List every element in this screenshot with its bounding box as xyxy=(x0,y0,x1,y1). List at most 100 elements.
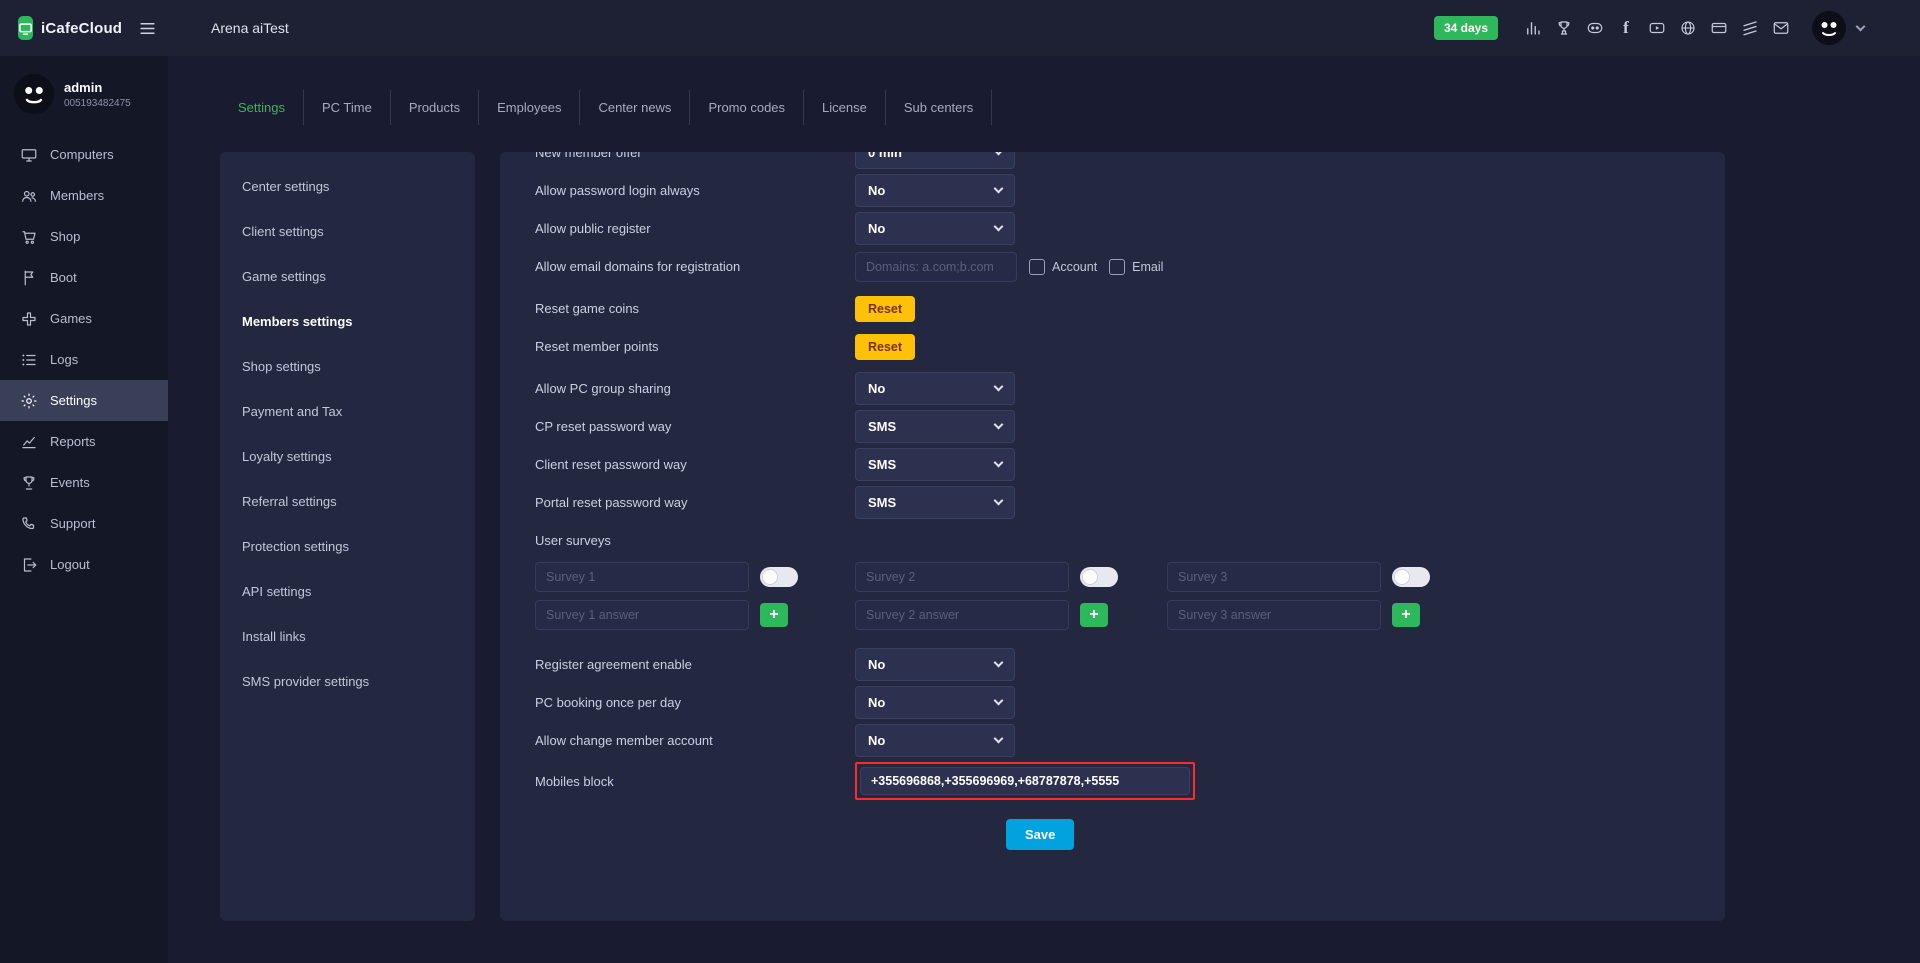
app-shell: admin 005193482475 Computers Members Sho… xyxy=(0,56,1920,963)
tab-license[interactable]: License xyxy=(804,90,886,125)
settings-nav-members-settings[interactable]: Members settings xyxy=(220,299,475,344)
settings-nav-shop-settings[interactable]: Shop settings xyxy=(220,344,475,389)
sidebar-item-games[interactable]: Games xyxy=(0,298,168,339)
survey-3-answer-input[interactable] xyxy=(1167,600,1381,630)
survey-1-toggle[interactable] xyxy=(760,567,798,587)
tab-sub-centers[interactable]: Sub centers xyxy=(886,90,992,125)
email-checkbox[interactable] xyxy=(1109,259,1125,275)
mobiles-block-input[interactable] xyxy=(860,767,1190,795)
card-icon[interactable] xyxy=(1709,18,1729,38)
brand[interactable]: iCafeCloud xyxy=(0,16,122,40)
settings-nav-api-settings[interactable]: API settings xyxy=(220,569,475,614)
settings-nav-game-settings[interactable]: Game settings xyxy=(220,254,475,299)
sidebar-item-members[interactable]: Members xyxy=(0,175,168,216)
sidebar-item-events[interactable]: Events xyxy=(0,462,168,503)
settings-nav-client-settings[interactable]: Client settings xyxy=(220,209,475,254)
reset-member-points-button[interactable]: Reset xyxy=(855,334,915,360)
user-avatar[interactable] xyxy=(1812,11,1846,45)
youtube-icon[interactable] xyxy=(1647,18,1667,38)
form-row-reset-game-coins: Reset game coins Reset xyxy=(535,292,1695,325)
sidebar-item-logout[interactable]: Logout xyxy=(0,544,168,585)
pc-booking-select[interactable]: No xyxy=(855,686,1015,719)
new-member-offer-select[interactable]: 0 min xyxy=(855,152,1015,169)
select-value: No xyxy=(868,221,885,236)
reset-game-coins-button[interactable]: Reset xyxy=(855,296,915,322)
globe-icon[interactable] xyxy=(1678,18,1698,38)
register-agreement-select[interactable]: No xyxy=(855,648,1015,681)
tab-products[interactable]: Products xyxy=(391,90,479,125)
form-row-portal-reset-password: Portal reset password way SMS xyxy=(535,486,1695,519)
survey-1-add-button[interactable]: + xyxy=(760,603,788,627)
settings-nav-payment-and-tax[interactable]: Payment and Tax xyxy=(220,389,475,434)
menu-toggle-icon[interactable] xyxy=(138,19,157,38)
sidebar-item-label: Events xyxy=(50,475,90,490)
field-label: User surveys xyxy=(535,533,855,548)
form-row-reset-member-points: Reset member points Reset xyxy=(535,330,1695,363)
chevron-down-icon[interactable] xyxy=(1856,21,1866,31)
chevron-down-icon xyxy=(994,152,1004,155)
settings-nav-referral-settings[interactable]: Referral settings xyxy=(220,479,475,524)
tab-pc-time[interactable]: PC Time xyxy=(304,90,391,125)
chevron-down-icon xyxy=(994,184,1004,194)
survey-2-add-button[interactable]: + xyxy=(1080,603,1108,627)
sidebar-user: admin 005193482475 xyxy=(0,70,168,134)
settings-nav-sms-provider-settings[interactable]: SMS provider settings xyxy=(220,659,475,704)
stats-icon[interactable] xyxy=(1523,18,1543,38)
change-member-account-select[interactable]: No xyxy=(855,724,1015,757)
tab-promo-codes[interactable]: Promo codes xyxy=(690,90,804,125)
chevron-down-icon xyxy=(994,658,1004,668)
cp-reset-password-select[interactable]: SMS xyxy=(855,410,1015,443)
sidebar-item-settings[interactable]: Settings xyxy=(0,380,168,421)
survey-2-input[interactable] xyxy=(855,562,1069,592)
settings-nav-center-settings[interactable]: Center settings xyxy=(220,164,475,209)
facebook-icon[interactable]: f xyxy=(1616,18,1636,38)
sidebar-item-shop[interactable]: Shop xyxy=(0,216,168,257)
pc-group-sharing-select[interactable]: No xyxy=(855,372,1015,405)
discord-icon[interactable] xyxy=(1585,18,1605,38)
survey-1-answer-input[interactable] xyxy=(535,600,749,630)
tab-center-news[interactable]: Center news xyxy=(580,90,690,125)
panels-icon[interactable] xyxy=(1740,18,1760,38)
sidebar-item-reports[interactable]: Reports xyxy=(0,421,168,462)
days-badge[interactable]: 34 days xyxy=(1434,16,1498,40)
list-icon xyxy=(20,351,38,369)
settings-nav-loyalty-settings[interactable]: Loyalty settings xyxy=(220,434,475,479)
allow-public-register-select[interactable]: No xyxy=(855,212,1015,245)
client-reset-password-select[interactable]: SMS xyxy=(855,448,1015,481)
email-domains-input[interactable] xyxy=(855,252,1017,282)
chevron-down-icon xyxy=(994,496,1004,506)
sidebar-item-support[interactable]: Support xyxy=(0,503,168,544)
sidebar-item-boot[interactable]: Boot xyxy=(0,257,168,298)
allow-password-login-select[interactable]: No xyxy=(855,174,1015,207)
trophy-icon xyxy=(20,474,38,492)
phone-icon xyxy=(20,515,38,533)
field-label: Mobiles block xyxy=(535,774,855,789)
chevron-down-icon xyxy=(994,420,1004,430)
sidebar-item-label: Shop xyxy=(50,229,80,244)
survey-3-add-button[interactable]: + xyxy=(1392,603,1420,627)
survey-3-input[interactable] xyxy=(1167,562,1381,592)
sidebar-item-logs[interactable]: Logs xyxy=(0,339,168,380)
mail-icon[interactable] xyxy=(1771,18,1791,38)
main-content: Settings PC Time Products Employees Cent… xyxy=(168,56,1920,963)
survey-2-answer-input[interactable] xyxy=(855,600,1069,630)
settings-nav-protection-settings[interactable]: Protection settings xyxy=(220,524,475,569)
save-button[interactable]: Save xyxy=(1006,819,1074,850)
field-label: Allow email domains for registration xyxy=(535,259,855,274)
account-checkbox[interactable] xyxy=(1029,259,1045,275)
form-row-user-surveys: User surveys xyxy=(535,524,1695,557)
sidebar-item-computers[interactable]: Computers xyxy=(0,134,168,175)
survey-3-toggle[interactable] xyxy=(1392,567,1430,587)
tab-settings[interactable]: Settings xyxy=(220,90,304,125)
form-row-change-member-account: Allow change member account No xyxy=(535,724,1695,757)
survey-2-toggle[interactable] xyxy=(1080,567,1118,587)
gear-icon xyxy=(20,392,38,410)
trophy-icon[interactable] xyxy=(1554,18,1574,38)
settings-nav-install-links[interactable]: Install links xyxy=(220,614,475,659)
brand-name: iCafeCloud xyxy=(41,20,122,37)
select-value: 0 min xyxy=(868,152,902,160)
members-settings-form: New member offer 0 min Allow password lo… xyxy=(500,152,1725,921)
portal-reset-password-select[interactable]: SMS xyxy=(855,486,1015,519)
tab-employees[interactable]: Employees xyxy=(479,90,580,125)
survey-1-input[interactable] xyxy=(535,562,749,592)
